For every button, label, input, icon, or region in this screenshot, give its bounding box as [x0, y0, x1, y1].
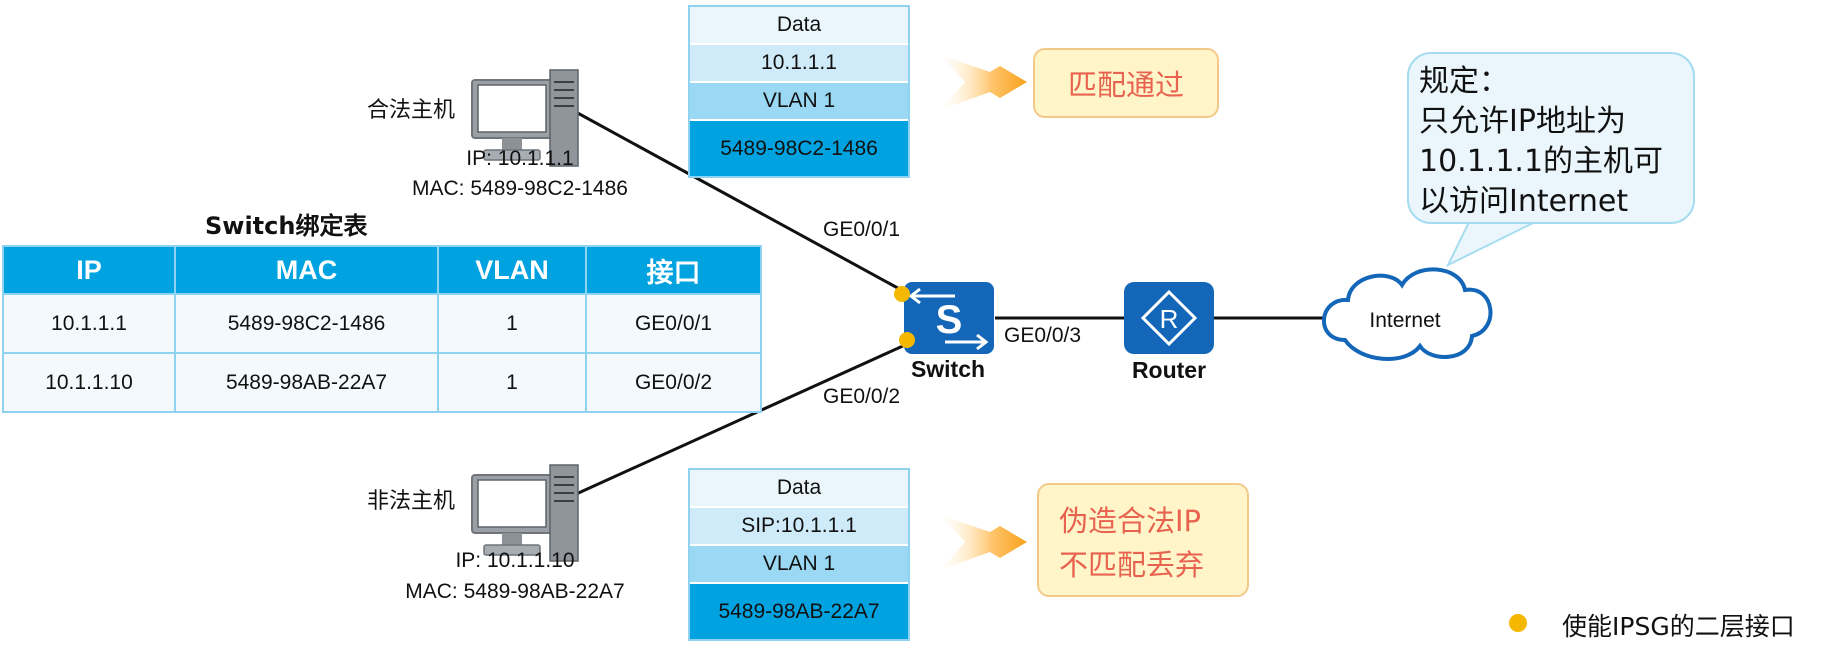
svg-text:R: R: [1160, 304, 1179, 334]
illegal-host-computer-icon: [471, 464, 579, 562]
drop-arrow-icon: [940, 515, 1027, 570]
rule-line-3: 10.1.1.1的主机可: [1419, 144, 1664, 179]
table-cell: 1: [437, 293, 587, 354]
internet-cloud-icon: Internet: [1321, 267, 1493, 361]
rule-speech-bubble: 规定： 只允许IP地址为 10.1.1.1的主机可 以访问Internet: [1407, 52, 1695, 224]
port-ge001: GE0/0/1: [823, 218, 901, 241]
router-label: Router: [1131, 357, 1207, 383]
illegal-host-ip: IP: 10.1.1.10: [455, 549, 575, 572]
callout-drop-line1: 伪造合法IP: [1059, 504, 1202, 538]
switch-icon: S: [904, 282, 994, 354]
packet-legal-data: Data: [690, 7, 908, 45]
switch-label: Switch: [910, 356, 986, 382]
table-cell: 5489-98C2-1486: [174, 293, 439, 354]
rule-line-2: 只允许IP地址为: [1419, 104, 1626, 139]
table-cell: 10.1.1.10: [2, 352, 176, 413]
packet-legal-mac: 5489-98C2-1486: [690, 121, 908, 176]
table-cell: GE0/0/1: [585, 293, 762, 354]
packet-illegal-data: Data: [690, 470, 908, 508]
callout-pass: 匹配通过: [1033, 48, 1219, 118]
table-cell: 1: [437, 352, 587, 413]
packet-legal-vlan: VLAN 1: [690, 83, 908, 121]
port-ge003: GE0/0/3: [1004, 324, 1082, 347]
rule-bubble-tail: [1445, 218, 1536, 268]
svg-text:Internet: Internet: [1369, 309, 1440, 332]
column-header-interface: 接口: [585, 245, 762, 295]
table-row: 10.1.1.10 5489-98AB-22A7 1 GE0/0/2: [2, 352, 762, 413]
ipsg-port-dot-2: [899, 332, 915, 348]
table-cell: 10.1.1.1: [2, 293, 176, 354]
svg-text:S: S: [936, 298, 963, 342]
callout-drop: 伪造合法IP 不匹配丢弃: [1037, 483, 1249, 597]
binding-table: IP MAC VLAN 接口 10.1.1.1 5489-98C2-1486 1…: [2, 245, 762, 413]
packet-illegal-sip: SIP:10.1.1.1: [690, 508, 908, 546]
legal-host-label: 合法主机: [367, 98, 456, 123]
legend-label: 使能IPSG的二层接口: [1562, 612, 1795, 641]
table-cell: 5489-98AB-22A7: [174, 352, 439, 413]
packet-legal: Data 10.1.1.1 VLAN 1 5489-98C2-1486: [688, 5, 910, 178]
callout-pass-text: 匹配通过: [1067, 68, 1184, 102]
pass-arrow-icon: [940, 55, 1027, 110]
legal-host-mac: MAC: 5489-98C2-1486: [412, 177, 628, 200]
table-header-row: IP MAC VLAN 接口: [2, 245, 762, 295]
column-header-vlan: VLAN: [437, 245, 587, 295]
rule-line-1: 规定：: [1419, 64, 1509, 99]
column-header-ip: IP: [2, 245, 176, 295]
packet-legal-ip: 10.1.1.1: [690, 45, 908, 83]
packet-illegal-vlan: VLAN 1: [690, 546, 908, 584]
router-icon: R: [1124, 282, 1214, 354]
binding-table-title: Switch绑定表: [205, 212, 368, 240]
callout-drop-line2: 不匹配丢弃: [1059, 548, 1205, 582]
packet-illegal: Data SIP:10.1.1.1 VLAN 1 5489-98AB-22A7: [688, 468, 910, 641]
column-header-mac: MAC: [174, 245, 439, 295]
illegal-host-label: 非法主机: [367, 489, 456, 514]
table-row: 10.1.1.1 5489-98C2-1486 1 GE0/0/1: [2, 293, 762, 354]
packet-illegal-mac: 5489-98AB-22A7: [690, 584, 908, 639]
legend-dot-icon: [1509, 614, 1527, 632]
legal-host-ip: IP: 10.1.1.1: [466, 147, 574, 170]
rule-line-4: 以访问Internet: [1419, 184, 1629, 219]
table-cell: GE0/0/2: [585, 352, 762, 413]
port-ge002: GE0/0/2: [823, 385, 901, 408]
illegal-host-mac: MAC: 5489-98AB-22A7: [405, 580, 625, 603]
ipsg-port-dot-1: [894, 286, 910, 302]
